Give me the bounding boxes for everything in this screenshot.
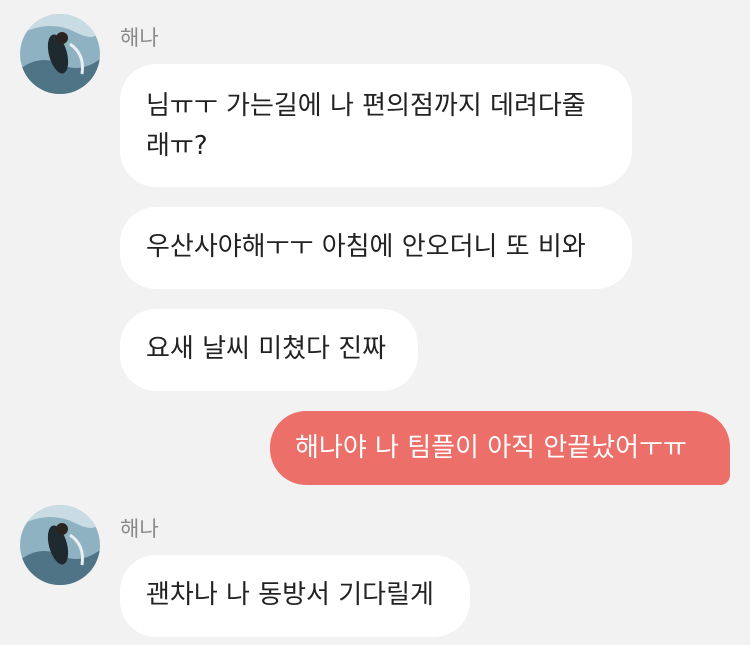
profile-photo-avatar-icon — [20, 505, 100, 585]
message-text-line: 래ㅠ? — [146, 131, 208, 161]
sender-name: 해나 — [120, 517, 159, 541]
sender-name: 해나 — [120, 26, 159, 50]
profile-photo-avatar-icon — [20, 14, 100, 94]
message-bubble-incoming[interactable]: 괜차나 나 동방서 기다릴게 — [120, 555, 470, 637]
message-text-line: 요새 날씨 미쳤다 진짜 — [146, 334, 387, 364]
message-text-line: 님ㅠㅜ 가는길에 나 편의점까지 데려다줄 — [146, 91, 586, 121]
sender-avatar[interactable] — [20, 505, 100, 585]
sender-avatar[interactable] — [20, 14, 100, 94]
message-text-line: 괜차나 나 동방서 기다릴게 — [146, 580, 434, 610]
message-bubble-incoming[interactable]: 요새 날씨 미쳤다 진짜 — [120, 309, 418, 391]
message-text-line: 우산사야해ㅜㅜ 아침에 안오더니 또 비와 — [146, 232, 586, 262]
message-text-line: 해나야 나 팀플이 아직 안끝났어ㅜㅠ — [295, 433, 687, 463]
message-bubble-incoming[interactable]: 우산사야해ㅜㅜ 아침에 안오더니 또 비와 — [120, 207, 632, 289]
message-bubble-outgoing[interactable]: 해나야 나 팀플이 아직 안끝났어ㅜㅠ — [270, 411, 730, 485]
message-bubble-incoming[interactable]: 님ㅠㅜ 가는길에 나 편의점까지 데려다줄 래ㅠ? — [120, 64, 632, 187]
